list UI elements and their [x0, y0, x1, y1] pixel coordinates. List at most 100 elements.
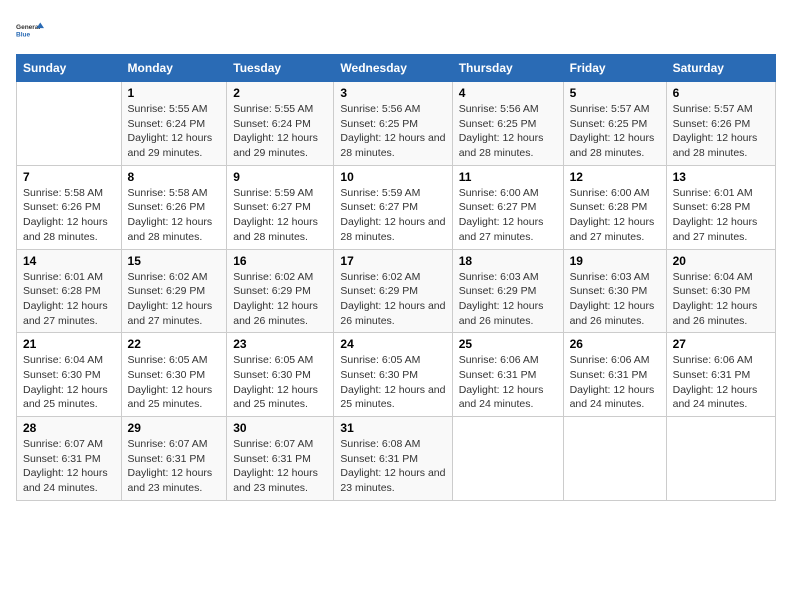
day-number: 29 — [128, 421, 221, 435]
day-info: Sunrise: 6:03 AMSunset: 6:30 PMDaylight:… — [570, 270, 660, 329]
day-number: 4 — [459, 86, 557, 100]
calendar-cell: 22 Sunrise: 6:05 AMSunset: 6:30 PMDaylig… — [121, 333, 227, 417]
day-number: 23 — [233, 337, 327, 351]
calendar-cell: 20 Sunrise: 6:04 AMSunset: 6:30 PMDaylig… — [666, 249, 775, 333]
day-info: Sunrise: 6:05 AMSunset: 6:30 PMDaylight:… — [340, 353, 445, 412]
day-info: Sunrise: 6:05 AMSunset: 6:30 PMDaylight:… — [128, 353, 221, 412]
day-info: Sunrise: 6:00 AMSunset: 6:28 PMDaylight:… — [570, 186, 660, 245]
day-number: 1 — [128, 86, 221, 100]
calendar-table: SundayMondayTuesdayWednesdayThursdayFrid… — [16, 54, 776, 501]
day-info: Sunrise: 6:01 AMSunset: 6:28 PMDaylight:… — [673, 186, 769, 245]
calendar-cell — [452, 417, 563, 501]
column-header-tuesday: Tuesday — [227, 55, 334, 82]
calendar-cell: 19 Sunrise: 6:03 AMSunset: 6:30 PMDaylig… — [563, 249, 666, 333]
calendar-cell: 7 Sunrise: 5:58 AMSunset: 6:26 PMDayligh… — [17, 165, 122, 249]
day-number: 18 — [459, 254, 557, 268]
calendar-cell: 13 Sunrise: 6:01 AMSunset: 6:28 PMDaylig… — [666, 165, 775, 249]
calendar-week-row: 21 Sunrise: 6:04 AMSunset: 6:30 PMDaylig… — [17, 333, 776, 417]
day-info: Sunrise: 6:02 AMSunset: 6:29 PMDaylight:… — [128, 270, 221, 329]
day-number: 3 — [340, 86, 445, 100]
calendar-cell: 16 Sunrise: 6:02 AMSunset: 6:29 PMDaylig… — [227, 249, 334, 333]
day-number: 30 — [233, 421, 327, 435]
day-number: 27 — [673, 337, 769, 351]
day-info: Sunrise: 6:04 AMSunset: 6:30 PMDaylight:… — [673, 270, 769, 329]
calendar-cell: 24 Sunrise: 6:05 AMSunset: 6:30 PMDaylig… — [334, 333, 452, 417]
day-number: 13 — [673, 170, 769, 184]
day-info: Sunrise: 6:07 AMSunset: 6:31 PMDaylight:… — [233, 437, 327, 496]
calendar-cell: 29 Sunrise: 6:07 AMSunset: 6:31 PMDaylig… — [121, 417, 227, 501]
calendar-cell: 25 Sunrise: 6:06 AMSunset: 6:31 PMDaylig… — [452, 333, 563, 417]
calendar-cell: 14 Sunrise: 6:01 AMSunset: 6:28 PMDaylig… — [17, 249, 122, 333]
svg-text:General: General — [16, 24, 40, 31]
day-number: 11 — [459, 170, 557, 184]
day-number: 17 — [340, 254, 445, 268]
day-info: Sunrise: 6:01 AMSunset: 6:28 PMDaylight:… — [23, 270, 115, 329]
calendar-cell: 26 Sunrise: 6:06 AMSunset: 6:31 PMDaylig… — [563, 333, 666, 417]
day-number: 7 — [23, 170, 115, 184]
day-number: 15 — [128, 254, 221, 268]
day-info: Sunrise: 5:58 AMSunset: 6:26 PMDaylight:… — [23, 186, 115, 245]
logo-icon: GeneralBlue — [16, 16, 44, 44]
calendar-cell: 3 Sunrise: 5:56 AMSunset: 6:25 PMDayligh… — [334, 82, 452, 166]
day-info: Sunrise: 5:55 AMSunset: 6:24 PMDaylight:… — [128, 102, 221, 161]
calendar-week-row: 28 Sunrise: 6:07 AMSunset: 6:31 PMDaylig… — [17, 417, 776, 501]
day-info: Sunrise: 6:06 AMSunset: 6:31 PMDaylight:… — [570, 353, 660, 412]
day-info: Sunrise: 5:57 AMSunset: 6:26 PMDaylight:… — [673, 102, 769, 161]
svg-text:Blue: Blue — [16, 32, 30, 39]
column-header-wednesday: Wednesday — [334, 55, 452, 82]
page-header: GeneralBlue — [16, 16, 776, 44]
day-info: Sunrise: 5:59 AMSunset: 6:27 PMDaylight:… — [340, 186, 445, 245]
day-number: 10 — [340, 170, 445, 184]
day-info: Sunrise: 6:08 AMSunset: 6:31 PMDaylight:… — [340, 437, 445, 496]
day-number: 21 — [23, 337, 115, 351]
calendar-cell: 8 Sunrise: 5:58 AMSunset: 6:26 PMDayligh… — [121, 165, 227, 249]
calendar-cell: 4 Sunrise: 5:56 AMSunset: 6:25 PMDayligh… — [452, 82, 563, 166]
calendar-week-row: 1 Sunrise: 5:55 AMSunset: 6:24 PMDayligh… — [17, 82, 776, 166]
day-number: 5 — [570, 86, 660, 100]
day-number: 26 — [570, 337, 660, 351]
day-number: 12 — [570, 170, 660, 184]
day-info: Sunrise: 6:06 AMSunset: 6:31 PMDaylight:… — [673, 353, 769, 412]
column-header-sunday: Sunday — [17, 55, 122, 82]
day-info: Sunrise: 5:59 AMSunset: 6:27 PMDaylight:… — [233, 186, 327, 245]
calendar-cell: 10 Sunrise: 5:59 AMSunset: 6:27 PMDaylig… — [334, 165, 452, 249]
day-number: 20 — [673, 254, 769, 268]
day-info: Sunrise: 5:56 AMSunset: 6:25 PMDaylight:… — [459, 102, 557, 161]
day-info: Sunrise: 5:55 AMSunset: 6:24 PMDaylight:… — [233, 102, 327, 161]
calendar-cell: 28 Sunrise: 6:07 AMSunset: 6:31 PMDaylig… — [17, 417, 122, 501]
calendar-cell: 9 Sunrise: 5:59 AMSunset: 6:27 PMDayligh… — [227, 165, 334, 249]
calendar-cell: 12 Sunrise: 6:00 AMSunset: 6:28 PMDaylig… — [563, 165, 666, 249]
day-number: 24 — [340, 337, 445, 351]
day-info: Sunrise: 6:05 AMSunset: 6:30 PMDaylight:… — [233, 353, 327, 412]
calendar-cell: 1 Sunrise: 5:55 AMSunset: 6:24 PMDayligh… — [121, 82, 227, 166]
logo: GeneralBlue — [16, 16, 44, 44]
day-number: 9 — [233, 170, 327, 184]
calendar-header-row: SundayMondayTuesdayWednesdayThursdayFrid… — [17, 55, 776, 82]
calendar-cell — [563, 417, 666, 501]
column-header-friday: Friday — [563, 55, 666, 82]
day-number: 31 — [340, 421, 445, 435]
day-info: Sunrise: 6:02 AMSunset: 6:29 PMDaylight:… — [233, 270, 327, 329]
calendar-cell: 6 Sunrise: 5:57 AMSunset: 6:26 PMDayligh… — [666, 82, 775, 166]
day-number: 28 — [23, 421, 115, 435]
calendar-cell: 21 Sunrise: 6:04 AMSunset: 6:30 PMDaylig… — [17, 333, 122, 417]
day-info: Sunrise: 5:57 AMSunset: 6:25 PMDaylight:… — [570, 102, 660, 161]
calendar-cell: 31 Sunrise: 6:08 AMSunset: 6:31 PMDaylig… — [334, 417, 452, 501]
day-info: Sunrise: 6:06 AMSunset: 6:31 PMDaylight:… — [459, 353, 557, 412]
day-info: Sunrise: 6:04 AMSunset: 6:30 PMDaylight:… — [23, 353, 115, 412]
calendar-week-row: 14 Sunrise: 6:01 AMSunset: 6:28 PMDaylig… — [17, 249, 776, 333]
day-number: 19 — [570, 254, 660, 268]
calendar-cell: 2 Sunrise: 5:55 AMSunset: 6:24 PMDayligh… — [227, 82, 334, 166]
calendar-cell: 5 Sunrise: 5:57 AMSunset: 6:25 PMDayligh… — [563, 82, 666, 166]
day-info: Sunrise: 6:07 AMSunset: 6:31 PMDaylight:… — [23, 437, 115, 496]
calendar-week-row: 7 Sunrise: 5:58 AMSunset: 6:26 PMDayligh… — [17, 165, 776, 249]
calendar-cell: 17 Sunrise: 6:02 AMSunset: 6:29 PMDaylig… — [334, 249, 452, 333]
day-number: 25 — [459, 337, 557, 351]
column-header-saturday: Saturday — [666, 55, 775, 82]
calendar-cell: 27 Sunrise: 6:06 AMSunset: 6:31 PMDaylig… — [666, 333, 775, 417]
day-number: 22 — [128, 337, 221, 351]
day-info: Sunrise: 6:02 AMSunset: 6:29 PMDaylight:… — [340, 270, 445, 329]
day-info: Sunrise: 5:58 AMSunset: 6:26 PMDaylight:… — [128, 186, 221, 245]
calendar-cell: 11 Sunrise: 6:00 AMSunset: 6:27 PMDaylig… — [452, 165, 563, 249]
day-info: Sunrise: 6:00 AMSunset: 6:27 PMDaylight:… — [459, 186, 557, 245]
